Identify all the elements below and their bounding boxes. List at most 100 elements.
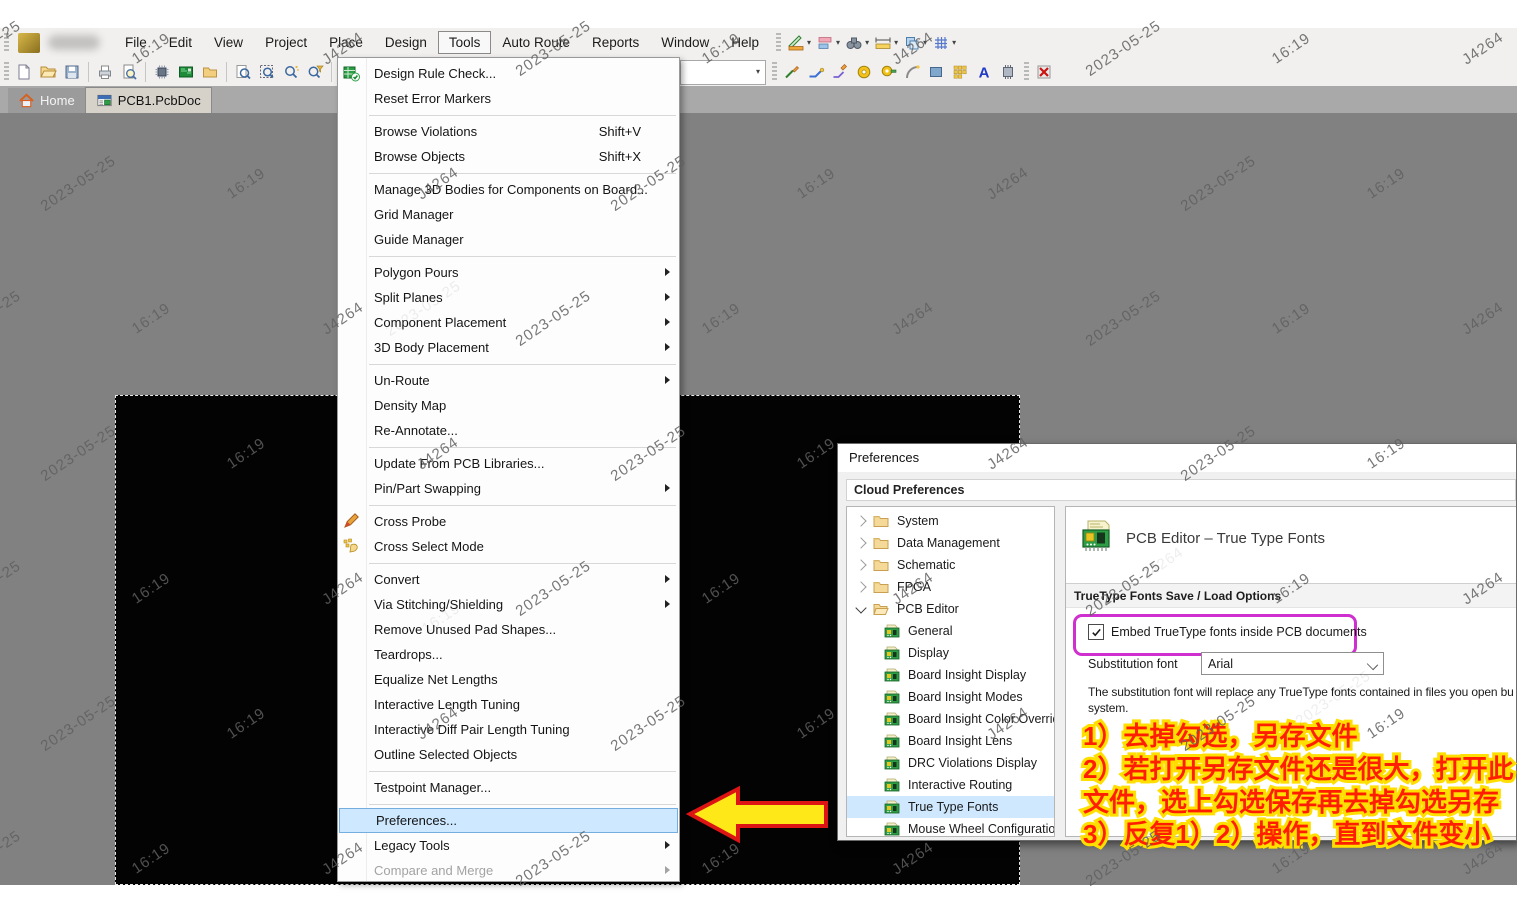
dropdown-caret-icon[interactable]: ▾	[865, 38, 869, 47]
tree-item-board-insight-display[interactable]: Board Insight Display	[847, 664, 1054, 686]
menu-item-equalize-net-lengths[interactable]: Equalize Net Lengths	[338, 667, 679, 692]
expand-arrow-icon[interactable]	[855, 515, 866, 526]
menubar-item-help[interactable]: Help	[720, 31, 770, 54]
menu-item-cross-probe[interactable]: Cross Probe	[338, 509, 679, 534]
tree-item-pcb-editor[interactable]: PCB Editor	[847, 598, 1054, 620]
zoom-filter-icon[interactable]	[303, 60, 327, 84]
tree-item-display[interactable]: Display	[847, 642, 1054, 664]
tree-item-board-insight-color-overrid[interactable]: Board Insight Color Overrid	[847, 708, 1054, 730]
expand-arrow-icon[interactable]	[855, 559, 866, 570]
zoom-document-icon[interactable]	[231, 60, 255, 84]
tab-home[interactable]: Home	[8, 88, 85, 113]
menu-item-remove-unused-pad-shapes[interactable]: Remove Unused Pad Shapes...	[338, 617, 679, 642]
expand-arrow-icon[interactable]	[855, 581, 866, 592]
place-pad-icon[interactable]	[852, 60, 876, 84]
diff-pair-route-icon[interactable]	[828, 60, 852, 84]
menu-item-polygon-pours[interactable]: Polygon Pours	[338, 260, 679, 285]
room-tool-icon[interactable]	[900, 31, 924, 55]
dropdown-caret-icon[interactable]: ▾	[923, 38, 927, 47]
menu-item-guide-manager[interactable]: Guide Manager	[338, 227, 679, 252]
menu-item-un-route[interactable]: Un-Route	[338, 368, 679, 393]
menu-item-convert[interactable]: Convert	[338, 567, 679, 592]
toolbar-grip[interactable]	[772, 62, 777, 82]
menubar-item-view[interactable]: View	[203, 31, 254, 54]
project-folder-icon[interactable]	[198, 60, 222, 84]
dropdown-caret-icon[interactable]: ▾	[894, 38, 898, 47]
cancel-route-icon[interactable]	[1032, 60, 1056, 84]
menu-item-update-from-pcb-libraries[interactable]: Update From PCB Libraries...	[338, 451, 679, 476]
menu-item-split-planes[interactable]: Split Planes	[338, 285, 679, 310]
zoom-area-icon[interactable]	[255, 60, 279, 84]
place-fill-icon[interactable]	[924, 60, 948, 84]
menu-item-interactive-length-tuning[interactable]: Interactive Length Tuning	[338, 692, 679, 717]
menu-item-outline-selected-objects[interactable]: Outline Selected Objects	[338, 742, 679, 767]
place-array-icon[interactable]	[948, 60, 972, 84]
substitution-font-select[interactable]: Arial	[1201, 652, 1384, 675]
menu-item-interactive-diff-pair-length-tuning[interactable]: Interactive Diff Pair Length Tuning	[338, 717, 679, 742]
menu-item-3d-body-placement[interactable]: 3D Body Placement	[338, 335, 679, 360]
menu-item-via-stitching-shielding[interactable]: Via Stitching/Shielding	[338, 592, 679, 617]
menubar-item-file[interactable]: File	[114, 31, 158, 54]
tree-item-drc-violations-display[interactable]: DRC Violations Display	[847, 752, 1054, 774]
menu-item-manage-3d-bodies-for-components-on-board[interactable]: Manage 3D Bodies for Components on Board…	[338, 177, 679, 202]
embed-fonts-checkbox-row[interactable]: Embed TrueType fonts inside PCB document…	[1088, 624, 1367, 640]
menu-item-design-rule-check[interactable]: Design Rule Check...	[338, 61, 679, 86]
tree-item-true-type-fonts[interactable]: True Type Fonts	[847, 796, 1054, 818]
menu-item-preferences[interactable]: Preferences...	[339, 808, 678, 833]
tree-item-mouse-wheel-configuration[interactable]: Mouse Wheel Configuration	[847, 818, 1054, 837]
collapse-arrow-icon[interactable]	[855, 602, 866, 613]
print-preview-icon[interactable]	[117, 60, 141, 84]
toolbar-grip[interactable]	[4, 62, 9, 82]
menubar-item-place[interactable]: Place	[318, 31, 374, 54]
find-similar-icon[interactable]	[842, 31, 866, 55]
dropdown-caret-icon[interactable]: ▾	[836, 38, 840, 47]
dropdown-caret-icon[interactable]: ▾	[952, 38, 956, 47]
grid-tool-icon[interactable]	[929, 31, 953, 55]
dropdown-caret-icon[interactable]: ▾	[756, 67, 760, 76]
dropdown-caret-icon[interactable]: ▾	[807, 38, 811, 47]
zoom-selected-icon[interactable]	[279, 60, 303, 84]
menubar-item-reports[interactable]: Reports	[581, 31, 650, 54]
place-string-icon[interactable]	[972, 60, 996, 84]
interactive-route-icon[interactable]	[804, 60, 828, 84]
menu-item-grid-manager[interactable]: Grid Manager	[338, 202, 679, 227]
place-arc-icon[interactable]	[900, 60, 924, 84]
toolbar-grip[interactable]	[1024, 62, 1029, 82]
toolbar-grip[interactable]	[4, 33, 9, 53]
menubar-item-tools[interactable]: Tools	[438, 31, 492, 54]
view-3d-icon[interactable]	[150, 60, 174, 84]
place-via-icon[interactable]	[876, 60, 900, 84]
menu-item-testpoint-manager[interactable]: Testpoint Manager...	[338, 775, 679, 800]
dimension-tool-icon[interactable]	[871, 31, 895, 55]
menubar-item-project[interactable]: Project	[254, 31, 318, 54]
menu-item-pin-part-swapping[interactable]: Pin/Part Swapping	[338, 476, 679, 501]
menu-item-re-annotate[interactable]: Re-Annotate...	[338, 418, 679, 443]
place-track-icon[interactable]	[780, 60, 804, 84]
save-icon[interactable]	[60, 60, 84, 84]
menubar-item-design[interactable]: Design	[374, 31, 438, 54]
expand-arrow-icon[interactable]	[855, 537, 866, 548]
menu-item-cross-select-mode[interactable]: Cross Select Mode	[338, 534, 679, 559]
align-tool-icon[interactable]	[813, 31, 837, 55]
menu-item-browse-violations[interactable]: Browse ViolationsShift+V	[338, 119, 679, 144]
tree-item-schematic[interactable]: Schematic	[847, 554, 1054, 576]
menu-item-component-placement[interactable]: Component Placement	[338, 310, 679, 335]
toolbar-grip[interactable]	[776, 33, 781, 53]
measure-tool-icon[interactable]	[784, 31, 808, 55]
print-icon[interactable]	[93, 60, 117, 84]
tree-item-board-insight-modes[interactable]: Board Insight Modes	[847, 686, 1054, 708]
tree-item-board-insight-lens[interactable]: Board Insight Lens	[847, 730, 1054, 752]
tab-pcb1-pcbdoc[interactable]: PCB1.PcbDoc	[85, 87, 212, 113]
open-document-icon[interactable]	[36, 60, 60, 84]
new-document-icon[interactable]	[12, 60, 36, 84]
menubar-item-edit[interactable]: Edit	[158, 31, 203, 54]
cloud-preferences-bar[interactable]: Cloud Preferences	[846, 479, 1516, 501]
place-component-icon[interactable]	[996, 60, 1020, 84]
menubar-item-auto-route[interactable]: Auto Route	[491, 31, 581, 54]
menu-item-browse-objects[interactable]: Browse ObjectsShift+X	[338, 144, 679, 169]
menu-item-legacy-tools[interactable]: Legacy Tools	[338, 833, 679, 858]
menu-item-density-map[interactable]: Density Map	[338, 393, 679, 418]
tree-item-system[interactable]: System	[847, 510, 1054, 532]
embed-fonts-checkbox[interactable]	[1088, 624, 1104, 640]
layer-combobox[interactable]: ▾	[680, 60, 766, 85]
